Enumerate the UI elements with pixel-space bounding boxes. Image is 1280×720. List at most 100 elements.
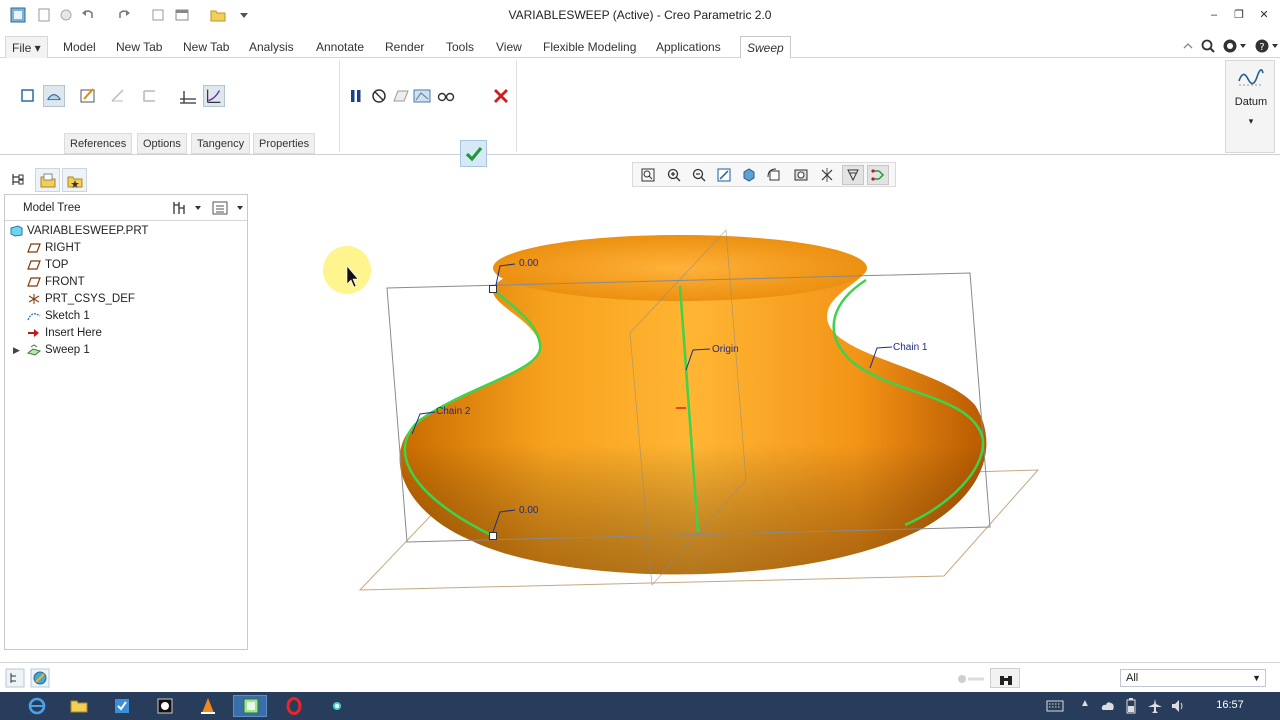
dim-label-bottom[interactable]: 0.00 (519, 505, 539, 516)
navigator-tabs (4, 167, 248, 193)
tab-new-tab-1[interactable]: New Tab (110, 36, 168, 58)
expand-arrow-icon[interactable]: ▶ (13, 342, 20, 358)
taskbar-clock[interactable]: 16:57 (1205, 699, 1255, 711)
show-menu-icon[interactable] (210, 199, 246, 217)
close-window-button[interactable]: ✕ (1257, 8, 1271, 22)
folder-browser-tab[interactable] (35, 168, 60, 192)
tab-file[interactable]: File ▾ (5, 36, 48, 58)
tree-item-front[interactable]: FRONT (27, 274, 85, 290)
tab-tangency[interactable]: Tangency (191, 133, 251, 154)
datum-curve-icon (1238, 69, 1264, 86)
display-style-icon[interactable] (741, 167, 757, 183)
tree-settings-icon[interactable] (171, 199, 203, 217)
graphics-window[interactable]: 0.00 0.00 Origin Chain 1 Chain 2 (250, 195, 1280, 655)
tree-item-root[interactable]: VARIABLESWEEP.PRT (9, 223, 148, 239)
tab-model[interactable]: Model (57, 36, 102, 58)
tab-tools[interactable]: Tools (440, 36, 480, 58)
chain2-label[interactable]: Chain 2 (436, 406, 471, 417)
annotation-display-toggle[interactable] (842, 165, 864, 185)
find-button[interactable] (990, 668, 1020, 688)
tab-analysis[interactable]: Analysis (243, 36, 300, 58)
tab-applications[interactable]: Applications (650, 36, 727, 58)
model-tree-tab-icon[interactable] (9, 171, 27, 189)
minimize-button[interactable]: – (1207, 8, 1221, 22)
tab-view[interactable]: View (490, 36, 528, 58)
tab-sweep[interactable]: Sweep (740, 36, 791, 59)
chevron-down-icon: ▼ (1252, 673, 1261, 683)
repaint-icon[interactable] (716, 167, 732, 183)
media-app-icon[interactable] (148, 695, 182, 717)
tab-options[interactable]: Options (137, 133, 187, 154)
no-preview-icon[interactable] (368, 85, 390, 107)
ie-icon[interactable] (20, 695, 54, 717)
battery-icon (1126, 698, 1136, 714)
top-dimension-handle[interactable] (489, 285, 497, 293)
coordinate-system-icon (28, 293, 40, 304)
dim-label-top[interactable]: 0.00 (519, 258, 539, 269)
vlc-icon[interactable] (191, 695, 225, 717)
datum-display-filters-icon[interactable] (819, 167, 835, 183)
help-icon[interactable]: ? (1254, 38, 1280, 54)
task-app-icon[interactable] (105, 695, 139, 717)
zoom-in-icon[interactable] (666, 167, 682, 183)
spin-center-icon (871, 169, 885, 181)
view-manager-icon[interactable] (793, 167, 809, 183)
tab-properties[interactable]: Properties (253, 133, 316, 154)
remove-material-icon[interactable] (107, 85, 129, 107)
airplane-mode-icon[interactable] (1146, 698, 1164, 714)
verify-mode-icon[interactable] (435, 85, 457, 107)
favorites-icon (67, 176, 83, 188)
search-icon[interactable] (1200, 38, 1216, 54)
file-explorer-icon[interactable] (62, 695, 96, 717)
datum-dropdown-icon[interactable]: ▾ (1226, 116, 1276, 127)
sweep-dashboard: References Options Tangency Properties D… (0, 58, 1280, 167)
origin-label[interactable]: Origin (712, 344, 739, 355)
bottom-dimension-handle[interactable] (489, 532, 497, 540)
favorites-tab[interactable] (62, 168, 87, 192)
tree-item-sweep[interactable]: ▶ Sweep 1 (13, 342, 90, 358)
chrome-app-icon[interactable] (320, 695, 354, 717)
tab-references[interactable]: References (64, 133, 133, 154)
tab-flexible-modeling[interactable]: Flexible Modeling (537, 36, 642, 58)
apply-button[interactable] (460, 140, 487, 167)
tree-item-right[interactable]: RIGHT (27, 240, 81, 256)
show-browser-icon[interactable] (30, 668, 50, 688)
creo-taskbar-button[interactable] (233, 695, 267, 717)
sweep-solid-icon[interactable] (17, 85, 39, 107)
show-navigator-icon[interactable] (5, 668, 25, 688)
tree-item-insert-here[interactable]: Insert Here (27, 325, 102, 341)
tray-expand-icon[interactable]: ▲ (1080, 698, 1090, 709)
volume-icon[interactable] (1170, 698, 1186, 714)
restore-button[interactable]: ❐ (1232, 8, 1246, 22)
tree-item-csys[interactable]: PRT_CSYS_DEF (27, 291, 135, 307)
spin-center-toggle[interactable] (867, 165, 889, 185)
tab-annotate[interactable]: Annotate (310, 36, 370, 58)
keyboard-icon[interactable] (1045, 698, 1065, 714)
zoom-out-icon[interactable] (691, 167, 707, 183)
datum-group[interactable]: Datum ▾ (1225, 60, 1275, 153)
geometry-preview-icon[interactable] (411, 85, 433, 107)
selection-filter-select[interactable]: All ▼ (1120, 669, 1266, 687)
datum-plane-icon (27, 260, 41, 270)
sketch-section-icon[interactable] (77, 85, 99, 107)
tree-item-top[interactable]: TOP (27, 257, 68, 273)
cloud-icon[interactable] (1100, 698, 1116, 714)
tab-new-tab-2[interactable]: New Tab (177, 36, 235, 58)
attached-preview-icon[interactable] (390, 85, 412, 107)
thicken-sketch-icon[interactable] (139, 85, 161, 107)
datum-plane-icon (27, 277, 41, 287)
folder-browser-icon (40, 173, 56, 188)
cancel-feature-icon[interactable] (490, 85, 512, 107)
collapse-ribbon-icon[interactable] (1182, 40, 1194, 52)
tab-render[interactable]: Render (379, 36, 430, 58)
saved-orientations-icon[interactable] (766, 167, 782, 183)
refit-icon[interactable] (640, 167, 656, 183)
constant-section-icon[interactable] (177, 85, 199, 107)
sweep-surface-icon[interactable] (43, 85, 65, 107)
opera-icon[interactable] (277, 695, 311, 717)
tree-item-sketch[interactable]: Sketch 1 (27, 308, 90, 324)
chain1-label[interactable]: Chain 1 (893, 342, 928, 353)
variable-section-icon[interactable] (203, 85, 225, 107)
pause-icon[interactable] (345, 85, 367, 107)
community-icon[interactable] (1222, 38, 1248, 54)
